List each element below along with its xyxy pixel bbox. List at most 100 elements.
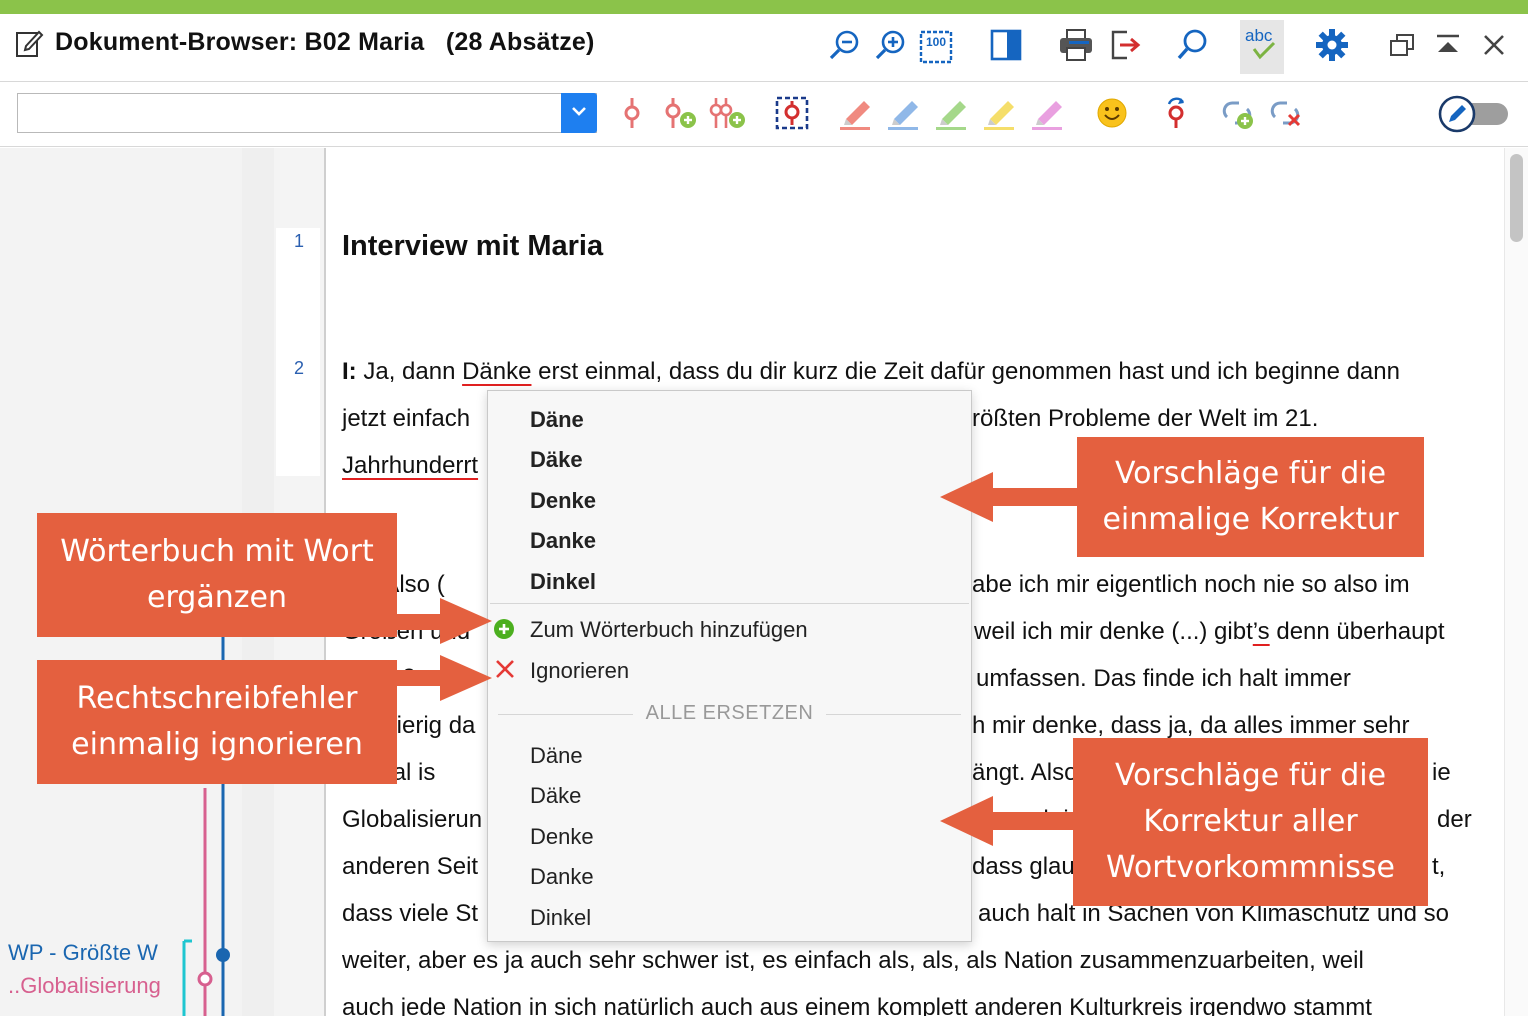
close-icon: [494, 658, 516, 685]
paragraph-number[interactable]: 1: [274, 231, 324, 252]
zoom-100-label: 100: [925, 35, 947, 49]
undo-code-button[interactable]: [1156, 95, 1196, 135]
code-combo-box[interactable]: [17, 93, 597, 133]
spellcheck-button[interactable]: abc: [1240, 20, 1284, 74]
highlight-green-icon: [934, 95, 970, 136]
vertical-scrollbar[interactable]: [1504, 148, 1528, 1016]
replace-all-item[interactable]: Däne: [530, 743, 583, 769]
search-button[interactable]: [1170, 20, 1214, 74]
text-line: rößten Probleme der Welt im 21.: [972, 405, 1319, 432]
zoom-out-icon: [827, 28, 861, 67]
combo-dropdown-button[interactable]: [561, 93, 597, 133]
text-line: h mir denke, dass ja, da alles immer seh…: [972, 712, 1410, 739]
code-label-secondary[interactable]: ..Globalisierung: [8, 973, 172, 999]
text-line: ie: [1432, 759, 1451, 786]
restore-window-icon: [1387, 30, 1417, 65]
ignore-item[interactable]: Ignorieren: [530, 658, 629, 684]
chevron-down-icon: [571, 104, 587, 122]
coding-toolbar: [0, 83, 1528, 147]
zoom-100-button[interactable]: 100: [914, 20, 958, 74]
suggestion-item[interactable]: Däne: [530, 407, 584, 433]
replace-all-item[interactable]: Dinkel: [530, 905, 591, 931]
panel-toggle-button[interactable]: [984, 20, 1028, 74]
text-line: der: [1437, 806, 1472, 833]
close-icon: [1480, 31, 1508, 64]
code-selection-button[interactable]: [772, 95, 812, 135]
title-bar: Dokument-Browser: B02 Maria (28 Absätze)…: [0, 14, 1528, 82]
scrollbar-thumb[interactable]: [1510, 154, 1523, 242]
text-line: weiter, aber es ja auch sehr schwer ist,…: [342, 947, 1364, 974]
text-line: ängt. Also: [972, 759, 1078, 786]
suggestion-item[interactable]: Denke: [530, 488, 596, 514]
code-icon: [617, 96, 647, 135]
zoom-out-button[interactable]: [822, 20, 866, 74]
export-icon: [1107, 28, 1141, 67]
replace-all-header: ALLE ERSETZEN: [488, 702, 971, 726]
search-icon: [1175, 28, 1209, 67]
text-line: weil ich mir denke (...) gibt’s denn übe…: [974, 618, 1445, 645]
print-button[interactable]: [1054, 20, 1098, 74]
misspelled-word[interactable]: Dänke: [462, 358, 531, 385]
text-line: dass glau: [972, 853, 1075, 880]
print-icon: [1058, 28, 1094, 67]
emoticode-icon: [1096, 97, 1128, 134]
replace-all-item[interactable]: Däke: [530, 783, 581, 809]
text-line: Globalisierun: [342, 806, 483, 833]
highlight-blue-button[interactable]: [884, 95, 924, 135]
link-add-button[interactable]: [1220, 95, 1260, 135]
suggestion-item[interactable]: Danke: [530, 528, 596, 554]
replace-all-item[interactable]: Danke: [530, 864, 594, 890]
paragraph-number[interactable]: 2: [274, 358, 324, 379]
misspelled-word[interactable]: ’s: [1253, 618, 1270, 645]
panel-toggle-icon: [989, 28, 1023, 67]
emoticode-button[interactable]: [1092, 95, 1132, 135]
speaker-label: I:: [342, 358, 357, 385]
text-line: umfassen. Das finde ich halt immer: [976, 665, 1351, 692]
settings-button[interactable]: [1310, 20, 1354, 74]
callout-all-correction: Vorschläge für die Korrektur aller Wortv…: [1073, 738, 1428, 906]
replace-all-item[interactable]: Denke: [530, 824, 594, 850]
suggestion-item[interactable]: Däke: [530, 447, 583, 473]
link-remove-icon: [1269, 95, 1307, 136]
undo-code-icon: [1161, 96, 1191, 135]
close-button[interactable]: [1472, 20, 1516, 74]
code-selection-icon: [774, 95, 810, 136]
code-add-button[interactable]: [660, 95, 700, 135]
window-accent-bar: [0, 0, 1528, 14]
add-to-dictionary-item[interactable]: Zum Wörterbuch hinzufügen: [530, 617, 808, 643]
highlight-green-button[interactable]: [932, 95, 972, 135]
spellcheck-icon: abc: [1244, 25, 1280, 70]
document-heading: Interview mit Maria: [342, 230, 604, 262]
code-add-icon: [661, 96, 699, 135]
text-line: anderen Seit: [342, 853, 479, 880]
link-add-icon: [1221, 95, 1259, 136]
multi-code-add-button[interactable]: [708, 95, 748, 135]
zoom-100-icon: 100: [919, 30, 953, 64]
text-line: abe ich mir eigentlich noch nie so also …: [972, 571, 1410, 598]
highlight-red-button[interactable]: [836, 95, 876, 135]
text-line: dass viele St: [342, 900, 479, 927]
text-line: Jahrhunderrt: [342, 452, 478, 480]
highlight-blue-icon: [886, 95, 922, 136]
export-button[interactable]: [1102, 20, 1146, 74]
text-line: t,: [1432, 853, 1446, 880]
text-line: jetzt einfach: [342, 405, 471, 432]
collapse-icon: [1433, 30, 1463, 65]
suggestion-item[interactable]: Dinkel: [530, 569, 596, 595]
misspelled-word[interactable]: Jahrhunderrt: [342, 452, 478, 479]
code-label-primary[interactable]: WP - Größte W: [8, 940, 172, 966]
menu-separator: [490, 603, 969, 604]
zoom-in-icon: [873, 28, 907, 67]
spellcheck-context-menu: Däne Däke Denke Danke Dinkel Zum Wörterb…: [487, 390, 972, 942]
link-remove-button[interactable]: [1268, 95, 1308, 135]
edit-mode-toggle[interactable]: [1438, 95, 1510, 133]
collapse-button[interactable]: [1426, 20, 1470, 74]
highlight-pink-button[interactable]: [1028, 95, 1068, 135]
callout-ignore-once: Rechtschreibfehler einmalig ignorieren: [37, 660, 397, 784]
zoom-in-button[interactable]: [868, 20, 912, 74]
restore-window-button[interactable]: [1380, 20, 1424, 74]
highlight-yellow-button[interactable]: [980, 95, 1020, 135]
svg-text:abc: abc: [1245, 26, 1273, 45]
document-edit-icon: [14, 28, 44, 58]
code-button[interactable]: [612, 95, 652, 135]
